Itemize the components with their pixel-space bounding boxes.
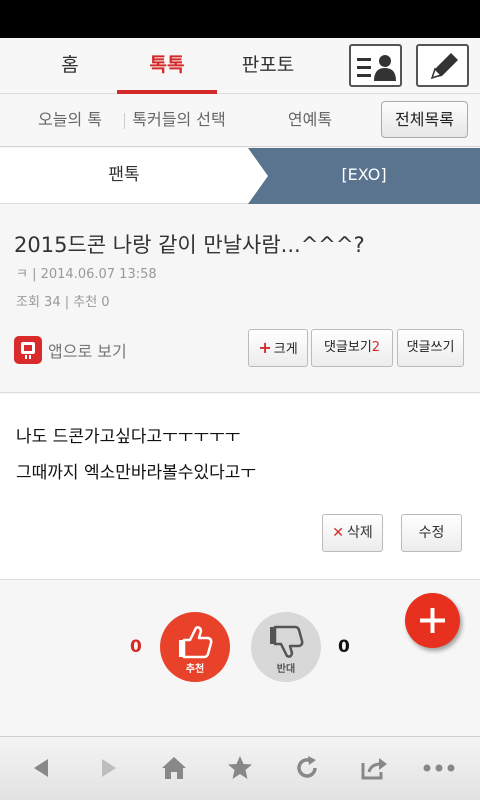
post-title: 2015드콘 나랑 같이 만날사람...^^^? (14, 233, 365, 257)
write-button[interactable] (416, 44, 469, 87)
app-view-label: 앱으로 보기 (48, 342, 127, 361)
tab-panphoto[interactable]: 판포토 (222, 38, 314, 94)
pencil-icon (430, 53, 458, 80)
dislike-count: 0 (338, 637, 350, 657)
home-icon[interactable] (159, 753, 189, 783)
share-icon[interactable] (359, 753, 389, 783)
bigger-text-button[interactable]: + 크게 (248, 329, 308, 367)
edit-button[interactable]: 수정 (401, 514, 462, 552)
divider (124, 113, 125, 129)
bigger-label: 크게 (273, 342, 298, 357)
view-comments-button[interactable]: 댓글보기2 (311, 329, 393, 367)
all-list-button[interactable]: 전체목록 (381, 101, 468, 138)
profile-list-icon (357, 55, 396, 81)
sub-nav-entertainment[interactable]: 연예톡 (280, 95, 340, 147)
refresh-icon[interactable] (292, 753, 322, 783)
sub-nav-today[interactable]: 오늘의 톡 (20, 95, 120, 147)
more-icon[interactable] (420, 753, 460, 783)
view-comments-label: 댓글보기 (323, 340, 372, 355)
like-button[interactable]: 추천 (160, 612, 230, 682)
sub-nav: 오늘의 톡 톡커들의 선택 연예톡 전체목록 (0, 95, 480, 147)
breadcrumb-category[interactable]: [EXO] (270, 148, 458, 204)
vote-area: 0 추천 반대 0 (0, 581, 480, 736)
dislike-label: 반대 (276, 664, 296, 675)
forward-icon[interactable] (94, 753, 124, 783)
write-comment-button[interactable]: 댓글쓰기 (397, 329, 464, 367)
plus-icon: + (258, 338, 272, 357)
close-icon: ✕ (332, 525, 344, 541)
comment-count: 2 (371, 340, 381, 355)
post-body: 나도 드콘가고싶다고ㅜㅜㅜㅜㅜ 그때까지 엑소만바라볼수있다고ㅜ ✕ 삭제 수정 (0, 394, 480, 580)
sub-nav-tokers-choice[interactable]: 톡커들의 선택 (128, 95, 230, 147)
tab-toktok[interactable]: 톡톡 (117, 38, 217, 94)
post-body-line: 나도 드콘가고싶다고ㅜㅜㅜㅜㅜ (16, 427, 241, 447)
tab-home[interactable]: 홈 (30, 38, 110, 94)
dislike-button[interactable]: 반대 (251, 612, 321, 682)
profile-list-button[interactable] (349, 44, 402, 87)
breadcrumb-board[interactable]: 팬톡 (0, 148, 248, 204)
post-body-line: 그때까지 엑소만바라볼수있다고ㅜ (16, 463, 257, 483)
delete-label: 삭제 (346, 525, 373, 541)
app-icon (14, 336, 42, 364)
breadcrumb: 팬톡 [EXO] (0, 148, 480, 204)
like-label: 추천 (185, 664, 205, 675)
back-icon[interactable] (26, 753, 56, 783)
status-bar (0, 0, 480, 38)
browser-toolbar (0, 736, 480, 800)
delete-button[interactable]: ✕ 삭제 (322, 514, 383, 552)
post-header: 2015드콘 나랑 같이 만날사람...^^^? ㅋ | 2014.06.07 … (0, 205, 480, 393)
post-stats: 조회 34 | 추천 0 (16, 295, 110, 310)
like-count: 0 (130, 637, 142, 657)
plus-icon (420, 608, 445, 633)
top-nav: 홈 톡톡 판포토 (0, 38, 480, 94)
star-icon[interactable] (225, 753, 255, 783)
post-author-date: ㅋ | 2014.06.07 13:58 (16, 267, 157, 282)
add-fab-button[interactable] (405, 593, 460, 648)
